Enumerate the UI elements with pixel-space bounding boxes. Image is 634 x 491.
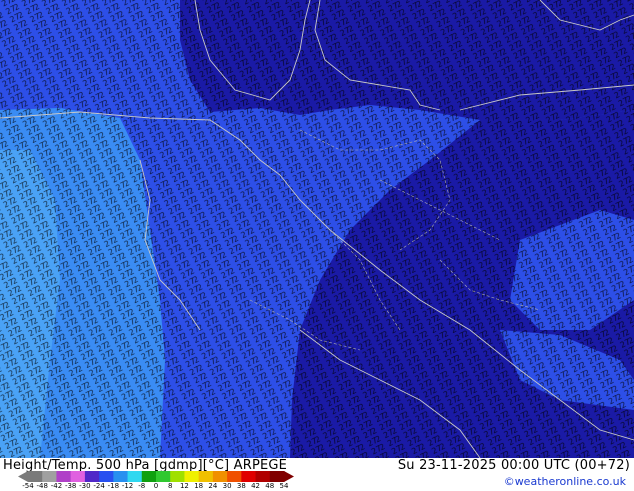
colorbar-swatch bbox=[28, 471, 43, 482]
valid-time: Su 23-11-2025 00:00 UTC (00+72) bbox=[397, 458, 630, 473]
colorbar-swatch bbox=[84, 471, 100, 482]
colorbar-arrow-left bbox=[18, 471, 28, 482]
contour-label-texture bbox=[0, 0, 634, 458]
colorbar bbox=[18, 471, 294, 482]
colorbar-swatch bbox=[156, 471, 171, 482]
colorbar-swatch bbox=[56, 471, 72, 482]
colorbar-swatch bbox=[241, 471, 257, 482]
map-canvas: 27 2 bbox=[0, 0, 634, 458]
colorbar-swatch bbox=[70, 471, 86, 482]
colorbar-swatch bbox=[212, 471, 228, 482]
colorbar-swatch bbox=[269, 471, 285, 482]
credit-link[interactable]: ©weatheronline.co.uk bbox=[504, 475, 626, 488]
colorbar-arrow-right bbox=[284, 471, 294, 482]
colorbar-swatch bbox=[113, 471, 129, 482]
colorbar-swatch bbox=[255, 471, 271, 482]
colorbar-swatch bbox=[99, 471, 114, 482]
colorbar-swatch bbox=[227, 471, 242, 482]
colorbar-swatch bbox=[42, 471, 57, 482]
colorbar-swatch bbox=[198, 471, 214, 482]
weather-map: 27 2 bbox=[0, 0, 634, 458]
colorbar-swatch bbox=[184, 471, 200, 482]
colorbar-swatch bbox=[141, 471, 157, 482]
colorbar-swatch bbox=[170, 471, 185, 482]
colorbar-swatch bbox=[127, 471, 143, 482]
